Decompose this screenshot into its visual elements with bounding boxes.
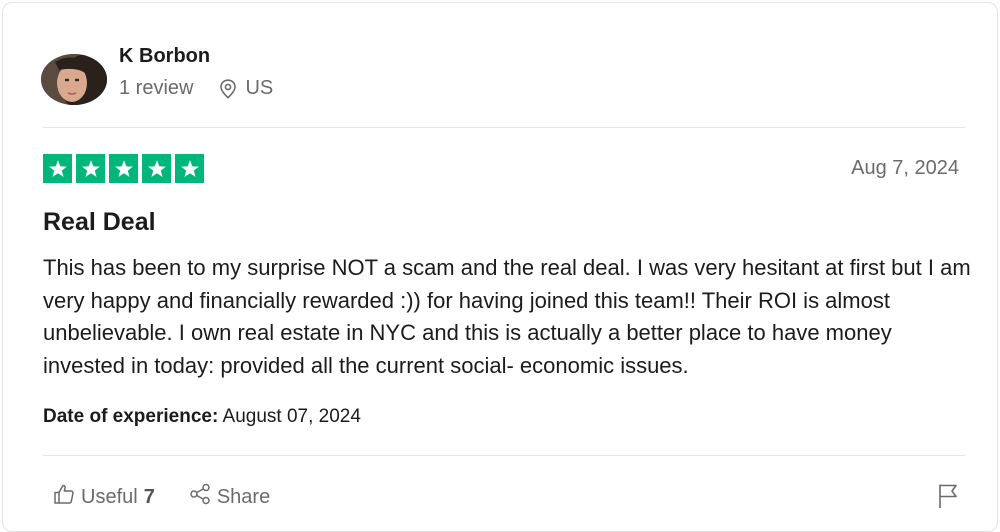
star-icon	[76, 154, 105, 183]
avatar[interactable]	[41, 54, 107, 105]
review-date: Aug 7, 2024	[851, 157, 959, 179]
review-actions: Useful 7 Share	[53, 483, 270, 511]
reviewer-name[interactable]: K Borbon	[119, 45, 210, 68]
location-pin-icon	[219, 78, 237, 99]
review-count: 1 review	[119, 77, 194, 99]
star-icon	[109, 154, 138, 183]
star-icon	[175, 154, 204, 183]
star-rating	[43, 154, 204, 183]
review-body: This has been to my surprise NOT a scam …	[43, 255, 971, 378]
experience-label: Date of experience:	[43, 406, 219, 427]
thumbs-up-icon	[53, 483, 81, 511]
useful-label: Useful	[81, 485, 138, 508]
review-title[interactable]: Real Deal	[43, 208, 156, 237]
share-icon	[189, 483, 217, 511]
star-icon	[43, 154, 72, 183]
reviewer-meta: 1 review US	[119, 77, 273, 100]
review-card: K Borbon 1 review US Aug 7, 2024 Real De…	[2, 2, 998, 532]
useful-button[interactable]: Useful 7	[53, 483, 155, 511]
useful-count: 7	[143, 485, 155, 508]
flag-icon[interactable]	[937, 483, 959, 514]
share-label: Share	[216, 485, 271, 508]
reviewer-country: US	[245, 77, 274, 99]
share-button[interactable]: Share	[189, 483, 270, 511]
date-of-experience: Date of experience: August 07, 2024	[43, 406, 361, 428]
experience-date: August 07, 2024	[222, 406, 361, 427]
star-icon	[142, 154, 171, 183]
divider	[43, 455, 965, 456]
divider	[43, 127, 965, 128]
